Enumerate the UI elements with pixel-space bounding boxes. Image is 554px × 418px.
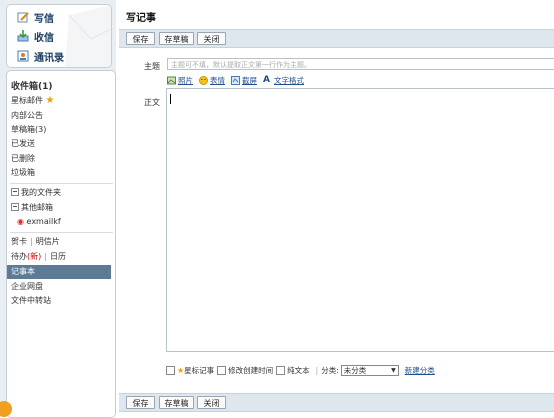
screenshot-label: 截屏 <box>242 76 257 85</box>
body-label: 正文 <box>144 98 160 107</box>
star-icon: ★ <box>45 95 55 106</box>
photo-icon <box>167 76 176 85</box>
insert-options: 照片 表情 截屏 A 文字格式 <box>167 75 310 86</box>
bottom-toolbar: 保存 存草稿 关闭 <box>119 393 554 412</box>
compose-button[interactable]: 写信 <box>17 9 54 25</box>
notes-item-selected[interactable]: 记事本 <box>7 265 111 279</box>
address-book-button[interactable]: 通讯录 <box>17 48 64 64</box>
sidebar: 写信 收信 通讯录 收件箱(1) 星标邮件 ★ 内部公告 草稿箱(3) 已发送 … <box>0 0 116 418</box>
notes-label: 记事本 <box>11 267 35 276</box>
expand-icon <box>11 203 19 211</box>
close-button[interactable]: 关闭 <box>197 32 226 45</box>
category-select[interactable]: 未分类 ▼ <box>340 365 399 376</box>
address-book-label: 通讯录 <box>34 52 64 64</box>
receive-mail-label: 收信 <box>34 32 54 44</box>
enterprise-disk-link[interactable]: 企业网盘 <box>11 281 43 293</box>
my-folders-toggle[interactable]: 我的文件夹 <box>11 187 61 199</box>
receive-mail-button[interactable]: 收信 <box>17 28 54 44</box>
checkbox[interactable] <box>217 366 227 375</box>
folder-drafts[interactable]: 草稿箱(3) <box>11 124 46 136</box>
emoji-icon <box>199 76 208 85</box>
todo-label: 待办 <box>11 252 27 261</box>
folder-spam[interactable]: 垃圾箱 <box>11 167 35 179</box>
emoji-label: 表情 <box>210 76 225 85</box>
calendar-link[interactable]: 日历 <box>50 252 66 261</box>
folder-deleted[interactable]: 已删除 <box>11 153 35 165</box>
body-editor[interactable] <box>166 88 554 352</box>
screenshot-button[interactable]: 截屏 <box>231 75 257 86</box>
account-label: exmailkf <box>26 217 61 226</box>
weibo-icon: ◉ <box>17 217 24 226</box>
greeting-card-link[interactable]: 贺卡 <box>11 237 27 246</box>
tools-cards-row: 贺卡 | 明信片 <box>11 237 60 246</box>
text-format-label: 文字格式 <box>274 76 304 85</box>
other-mail-toggle[interactable]: 其他邮箱 <box>11 202 53 214</box>
category-label: 分类: <box>321 366 339 375</box>
edit-created-time-checkbox[interactable]: 修改创建时间 <box>217 365 273 376</box>
screenshot-icon <box>231 76 240 85</box>
folder-internal-notice[interactable]: 内部公告 <box>11 110 43 122</box>
todo-link[interactable]: 待办(新) <box>11 252 41 261</box>
top-toolbar: 保存 存草稿 关闭 <box>119 29 554 48</box>
save-button[interactable]: 保存 <box>126 32 155 45</box>
plain-text-checkbox[interactable]: 纯文本 <box>276 365 310 376</box>
insert-emoji-button[interactable]: 表情 <box>199 75 225 86</box>
text-format-icon: A <box>263 75 270 85</box>
checkbox[interactable] <box>166 366 175 375</box>
compose-note-panel: 写记事 保存 存草稿 关闭 主题 主题可不填，默认提取正文第一行作为主题。 照片… <box>119 0 554 412</box>
account-exmailkf[interactable]: ◉ exmailkf <box>17 216 61 228</box>
divider <box>10 232 113 233</box>
text-format-button[interactable]: A 文字格式 <box>263 75 304 86</box>
text-caret <box>170 94 171 104</box>
folder-starred[interactable]: 星标邮件 ★ <box>11 95 55 107</box>
address-book-icon <box>17 50 29 62</box>
separator: | <box>315 366 319 375</box>
category-select-value: 未分类 <box>343 366 367 375</box>
quick-actions-panel: 写信 收信 通讯录 <box>6 4 112 68</box>
tools-todo-row: 待办(新) | 日历 <box>11 252 66 261</box>
star-icon: ★ <box>177 366 185 375</box>
close-button[interactable]: 关闭 <box>197 396 226 409</box>
checkbox[interactable] <box>276 366 286 375</box>
save-button[interactable]: 保存 <box>126 396 155 409</box>
star-note-checkbox[interactable]: ★ 星标记事 <box>166 365 214 376</box>
my-folders-label: 我的文件夹 <box>21 188 61 197</box>
insert-photo-button[interactable]: 照片 <box>167 75 193 86</box>
todo-new-badge: (新) <box>27 252 42 261</box>
file-transfer-link[interactable]: 文件中转站 <box>11 295 51 307</box>
folder-starred-label: 星标邮件 <box>11 96 43 105</box>
divider <box>10 183 113 184</box>
folder-inbox[interactable]: 收件箱(1) <box>11 81 53 93</box>
subject-input[interactable]: 主题可不填，默认提取正文第一行作为主题。 <box>167 58 554 70</box>
plain-text-label: 纯文本 <box>287 366 310 375</box>
note-options-row: ★ 星标记事 修改创建时间 纯文本 | 分类: 未分类 ▼ 新建分类 <box>166 365 435 376</box>
folder-sent[interactable]: 已发送 <box>11 138 35 150</box>
postcard-link[interactable]: 明信片 <box>36 237 60 246</box>
compose-icon <box>17 11 29 23</box>
compose-label: 写信 <box>34 13 54 25</box>
subject-label: 主题 <box>144 62 160 71</box>
save-draft-button[interactable]: 存草稿 <box>159 32 194 45</box>
photo-label: 照片 <box>178 76 193 85</box>
save-draft-button[interactable]: 存草稿 <box>159 396 194 409</box>
new-category-link[interactable]: 新建分类 <box>405 365 435 376</box>
folder-panel: 收件箱(1) 星标邮件 ★ 内部公告 草稿箱(3) 已发送 已删除 垃圾箱 我的… <box>6 70 116 418</box>
star-note-label: 星标记事 <box>184 366 215 375</box>
expand-icon <box>11 188 19 196</box>
inbox-download-icon <box>17 30 29 42</box>
page-title: 写记事 <box>126 13 156 24</box>
dropdown-arrow-icon: ▼ <box>391 367 396 374</box>
other-mail-label: 其他邮箱 <box>21 203 53 212</box>
edit-created-time-label: 修改创建时间 <box>228 366 274 375</box>
